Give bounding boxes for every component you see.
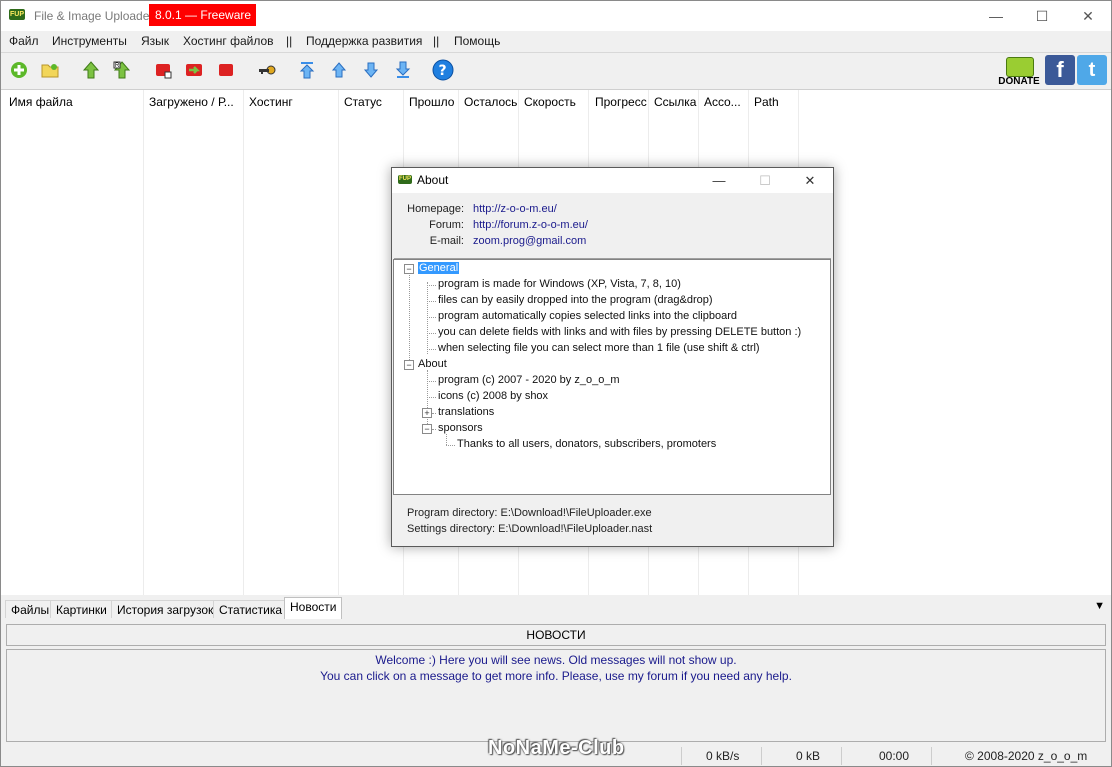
stop-all-icon[interactable] [217,61,235,79]
tree-node-about[interactable]: About [418,358,447,370]
status-time: 00:00 [879,749,910,763]
news-message[interactable]: You can click on a message to get more i… [7,669,1105,683]
about-maximize-button: ☐ [759,173,771,188]
app-logo-icon: FUP [9,9,25,20]
tree-item[interactable]: you can delete fields with links and wit… [438,326,801,338]
column-header-speed[interactable]: Скорость [524,95,576,109]
about-title-bar: FUP About — ☐ ✕ [392,168,833,193]
app-logo-icon: FUP [398,175,412,184]
news-panel: Welcome :) Here you will see news. Old m… [6,649,1106,742]
news-header-button[interactable]: НОВОСТИ [6,624,1106,646]
twitter-icon[interactable]: t [1077,55,1107,85]
menu-file[interactable]: Файл [9,34,39,48]
title-bar: FUP File & Image Uploader 8.0.1 — Freewa… [1,1,1111,31]
homepage-label: Homepage: [407,203,464,215]
about-title: About [417,173,449,187]
app-window: FUP File & Image Uploader 8.0.1 — Freewa… [0,0,1112,767]
menu-separator: || [433,34,440,48]
status-speed: 0 kB/s [706,749,740,763]
news-message[interactable]: Welcome :) Here you will see news. Old m… [7,653,1105,667]
svg-text:?: ? [439,63,447,79]
collapse-sponsors-icon[interactable]: − [422,424,432,434]
tree-item[interactable]: program (c) 2007 - 2020 by z_o_o_m [438,374,620,386]
key-icon[interactable] [258,61,276,79]
column-header-hosting[interactable]: Хостинг [249,95,293,109]
tree-item[interactable]: icons (c) 2008 by shox [438,390,548,402]
watermark: NoNaMe-Club [488,737,625,759]
settings-directory: Settings directory: E:\Download!\FileUpl… [407,523,653,535]
tab-news[interactable]: Новости [284,597,343,619]
tree-item[interactable]: program automatically copies selected li… [438,310,737,322]
tree-item[interactable]: program is made for Windows (XP, Vista, … [438,278,681,290]
about-dialog: FUP About — ☐ ✕ Homepage: http://z-o-o-m… [391,167,834,547]
contact-info: Homepage: http://z-o-o-m.eu/ Forum: http… [394,194,831,259]
tab-upload-history[interactable]: История загрузок [111,600,220,618]
column-header-filename[interactable]: Имя файла [9,95,73,109]
about-minimize-button[interactable]: — [696,168,742,193]
tree-item[interactable]: Thanks to all users, donators, subscribe… [457,438,716,450]
forum-label: Forum: [429,219,464,231]
svg-text:R: R [115,63,120,69]
column-header-uploaded[interactable]: Загружено / Р... [149,95,234,109]
donate-label: DONATE [998,76,1040,87]
column-header-link[interactable]: Ссылка [654,95,696,109]
column-header-elapsed[interactable]: Прошло [409,95,454,109]
menu-support[interactable]: Поддержка развития [306,34,422,48]
tab-images[interactable]: Картинки [50,600,113,618]
money-icon [1006,57,1034,77]
move-up-icon[interactable] [330,61,348,79]
open-folder-icon[interactable] [41,61,59,79]
tree-node-translations[interactable]: translations [438,406,494,418]
about-tree[interactable]: − General program is made for Windows (X… [393,259,831,495]
menu-help[interactable]: Помощь [454,34,500,48]
forum-link[interactable]: http://forum.z-o-o-m.eu/ [473,219,588,231]
move-down-icon[interactable] [362,61,380,79]
status-copyright: © 2008-2020 z_o_o_m [965,749,1088,763]
menu-tools[interactable]: Инструменты [52,34,127,48]
column-header-progress[interactable]: Прогресс [595,95,647,109]
add-icon[interactable] [10,61,28,79]
minimize-button[interactable]: — [973,1,1019,31]
expand-translations-icon[interactable]: + [422,408,432,418]
move-top-icon[interactable] [298,61,316,79]
menu-bar: Файл Инструменты Язык Хостинг файлов || … [1,31,1111,51]
menu-separator: || [286,34,293,48]
tree-item[interactable]: files can by easily dropped into the pro… [438,294,713,306]
homepage-link[interactable]: http://z-o-o-m.eu/ [473,203,557,215]
column-header-status[interactable]: Статус [344,95,382,109]
close-button[interactable]: ✕ [1065,1,1111,31]
upload-all-icon[interactable]: R [113,61,131,79]
program-directory: Program directory: E:\Download!\FileUplo… [407,507,652,519]
menu-file-hosting[interactable]: Хостинг файлов [183,34,274,48]
email-link[interactable]: zoom.prog@gmail.com [473,235,586,247]
tab-files[interactable]: Файлы [5,600,56,618]
tab-statistics[interactable]: Статистика [213,600,289,618]
about-close-button[interactable]: ✕ [787,168,833,193]
column-header-remaining[interactable]: Осталось [464,95,517,109]
move-bottom-icon[interactable] [394,61,412,79]
stop-icon[interactable] [154,61,172,79]
stop-transfer-icon[interactable] [185,61,203,79]
version-badge: 8.0.1 — Freeware [149,4,256,26]
collapse-chevron-icon[interactable]: ▼ [1094,600,1105,612]
collapse-about-icon[interactable]: − [404,360,414,370]
bottom-tabs: Файлы Картинки История загрузок Статисти… [1,597,1111,619]
window-title: File & Image Uploader [34,9,154,23]
collapse-general-icon[interactable]: − [404,264,414,274]
menu-language[interactable]: Язык [141,34,169,48]
toolbar: R ? DONATE f t [1,52,1111,89]
email-label: E-mail: [429,235,464,247]
column-header-account[interactable]: Acco... [704,95,741,109]
status-size: 0 kB [796,749,821,763]
maximize-button[interactable]: ☐ [1019,1,1065,31]
facebook-icon[interactable]: f [1045,55,1075,85]
tree-node-general[interactable]: General [418,262,460,274]
column-header-path[interactable]: Path [754,95,779,109]
upload-icon[interactable] [82,61,100,79]
directory-info: Program directory: E:\Download!\FileUplo… [394,497,831,543]
donate-button[interactable]: DONATE [994,55,1044,87]
tree-item[interactable]: when selecting file you can select more … [438,342,760,354]
help-icon[interactable]: ? [432,59,454,81]
tree-node-sponsors[interactable]: sponsors [438,422,483,434]
